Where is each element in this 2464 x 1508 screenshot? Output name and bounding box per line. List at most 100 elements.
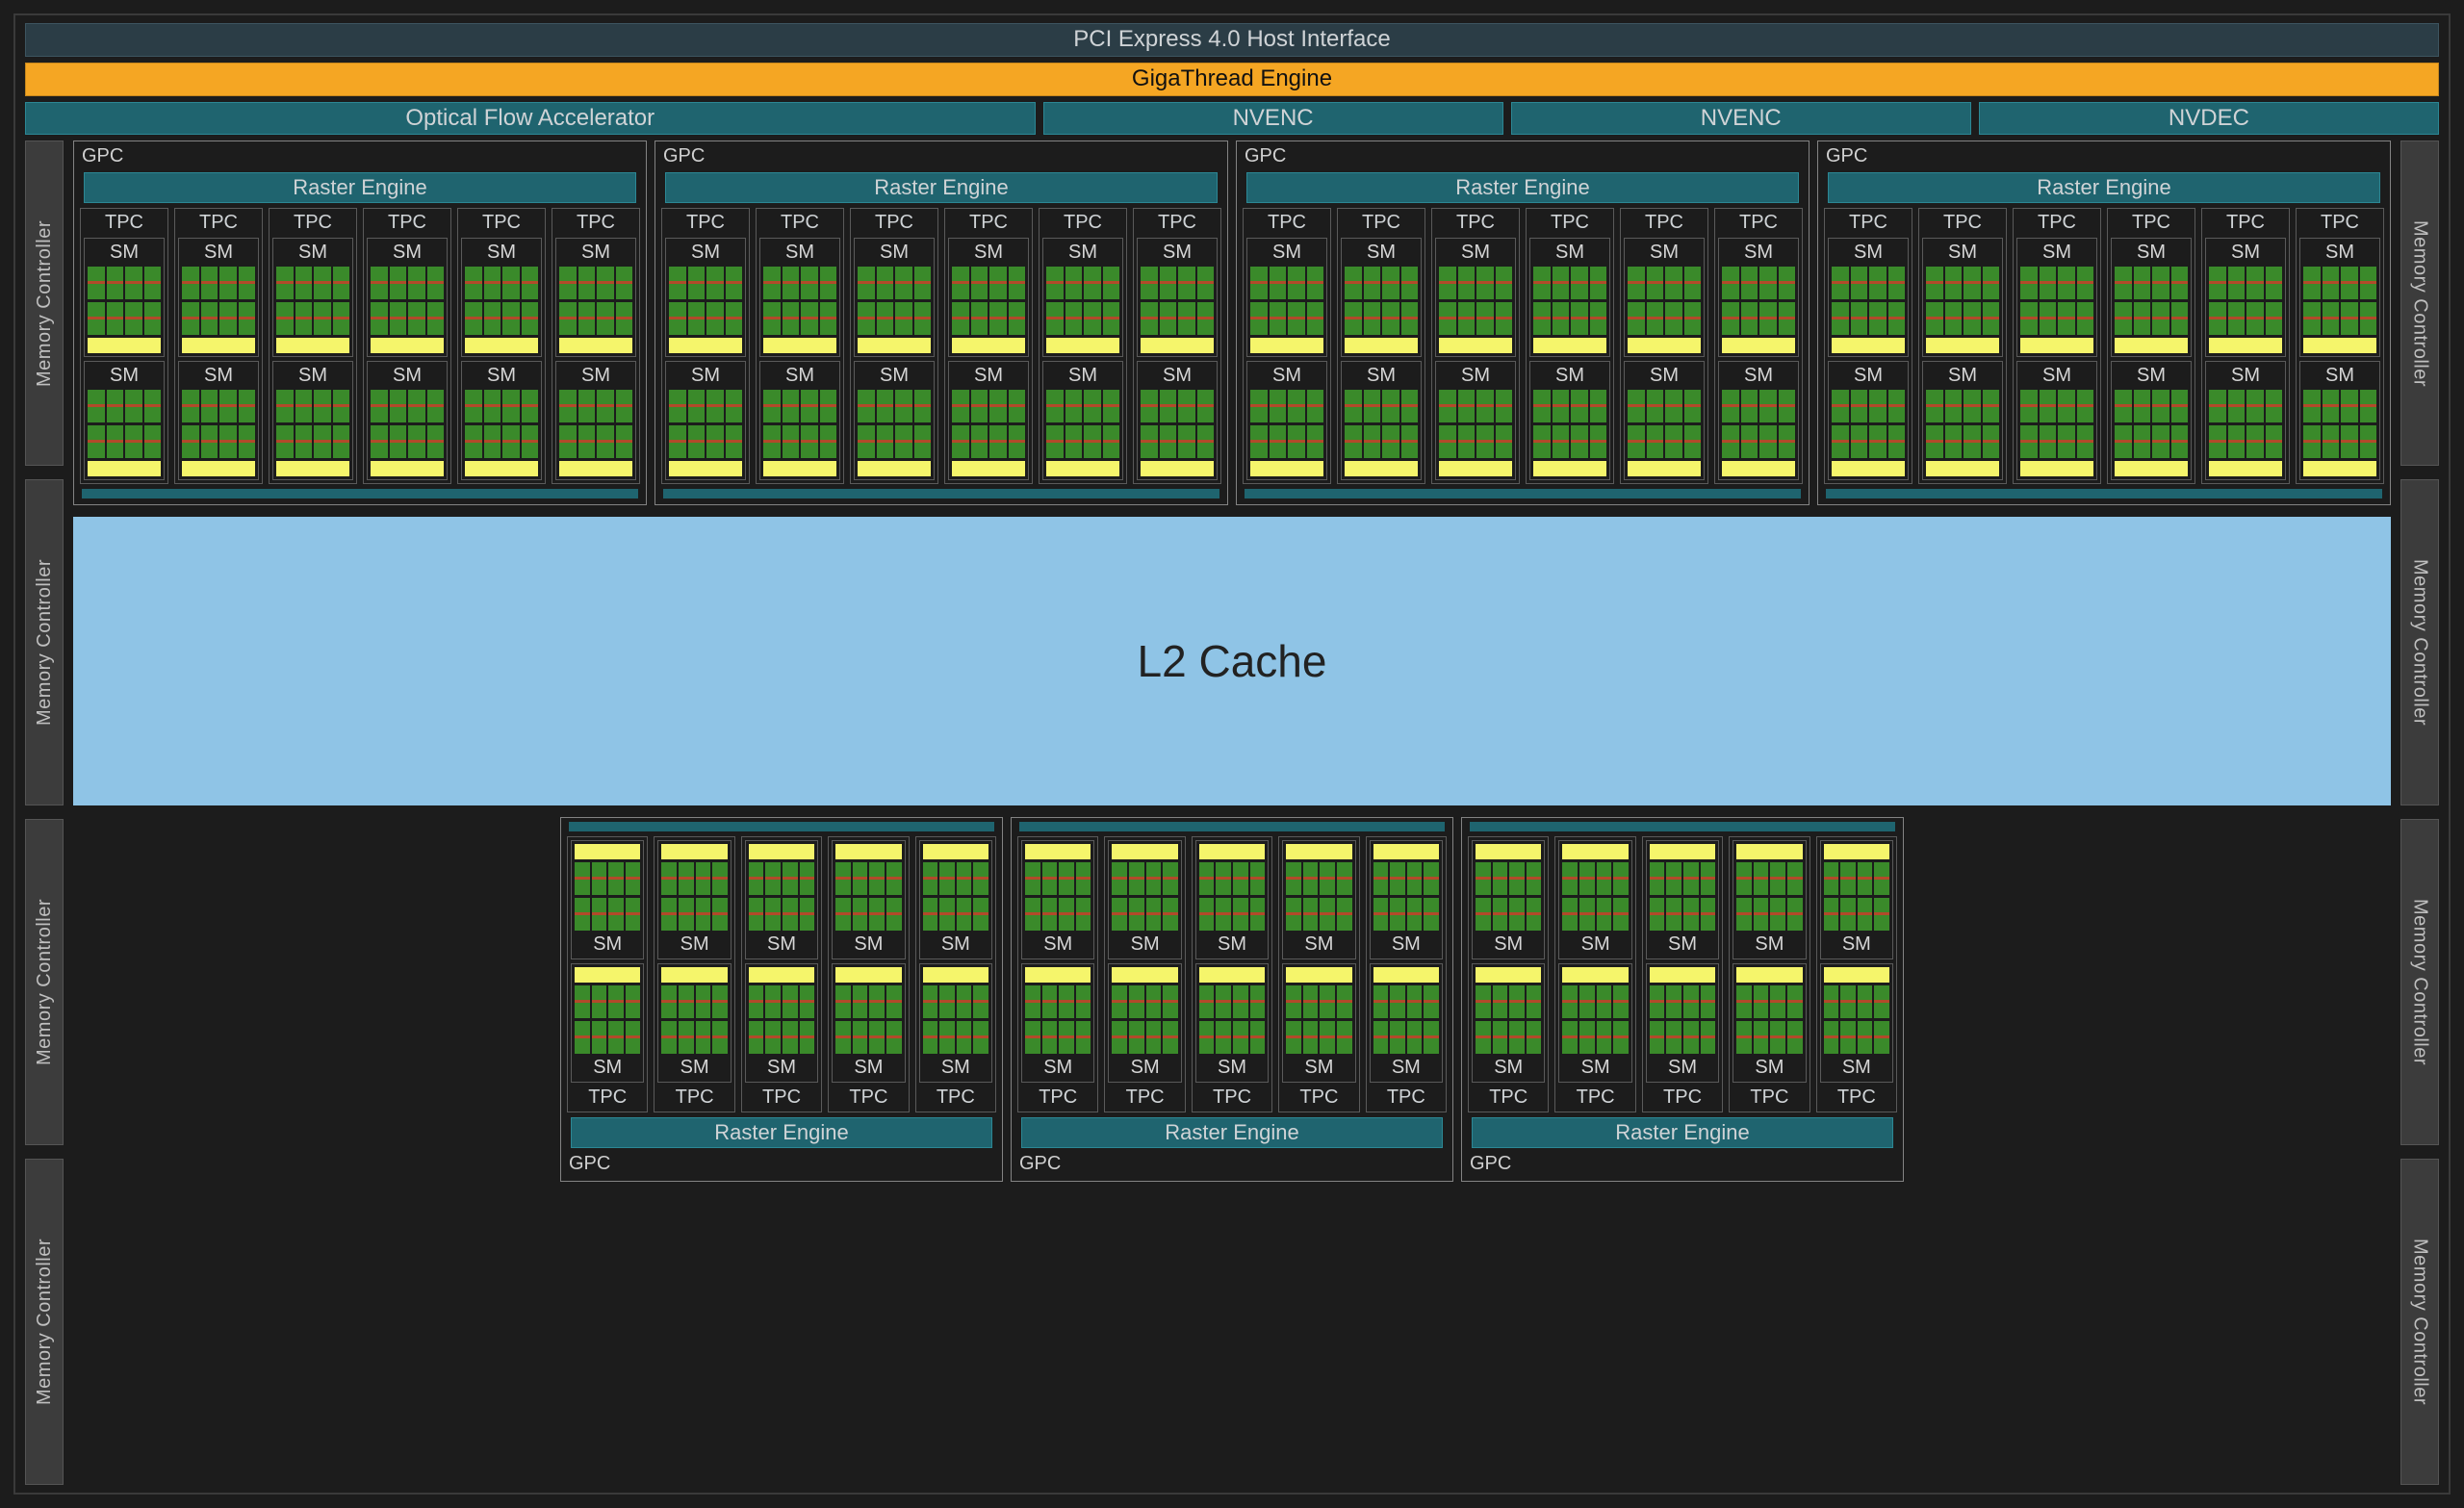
- engine-row: Optical Flow AcceleratorNVENCNVENCNVDEC: [25, 102, 2439, 135]
- sm-block: SM: [1529, 361, 1610, 480]
- sm-block: SM: [832, 963, 905, 1083]
- tpc-block: TPCSMSM: [269, 208, 357, 484]
- tpc-block: TPCSMSM: [552, 208, 640, 484]
- sm-block: SM: [854, 238, 935, 357]
- tpc-block: TPCSMSM: [2107, 208, 2195, 484]
- tpc-block: SMSMTPC: [741, 836, 822, 1112]
- sm-block: SM: [367, 238, 448, 357]
- sm-block: SM: [657, 840, 731, 959]
- tpc-block: SMSMTPC: [1554, 836, 1635, 1112]
- sm-block: SM: [1282, 840, 1355, 959]
- sm-block: SM: [919, 963, 992, 1083]
- sm-block: SM: [178, 361, 259, 480]
- sm-block: SM: [2111, 361, 2192, 480]
- memory-controllers-left: Memory Controller Memory Controller Memory…: [25, 141, 64, 1485]
- sm-block: SM: [1732, 963, 1806, 1083]
- tpc-block: TPCSMSM: [1337, 208, 1425, 484]
- tpc-block: TPCSMSM: [1133, 208, 1221, 484]
- tpc-block: TPCSMSM: [2013, 208, 2101, 484]
- tpc-block: TPCSMSM: [174, 208, 263, 484]
- sm-block: SM: [759, 238, 840, 357]
- sm-block: SM: [1472, 963, 1545, 1083]
- sm-block: SM: [1137, 238, 1218, 357]
- tpc-block: SMSMTPC: [1192, 836, 1272, 1112]
- sm-block: SM: [1137, 361, 1218, 480]
- engine-nvdec: NVDEC: [1979, 102, 2439, 135]
- pci-interface-bar: PCI Express 4.0 Host Interface: [25, 23, 2439, 57]
- gpu-block-diagram: PCI Express 4.0 Host Interface GigaThrea…: [13, 13, 2451, 1495]
- tpc-block: SMSMTPC: [567, 836, 648, 1112]
- sm-block: SM: [1341, 361, 1422, 480]
- memory-controller: Memory Controller: [25, 819, 64, 1145]
- sm-block: SM: [178, 238, 259, 357]
- sm-block: SM: [1042, 238, 1123, 357]
- sm-block: SM: [1246, 238, 1327, 357]
- engine-nvenc: NVENC: [1511, 102, 1971, 135]
- sm-block: SM: [854, 361, 935, 480]
- sm-block: SM: [2299, 361, 2380, 480]
- tpc-block: TPCSMSM: [363, 208, 451, 484]
- tpc-block: SMSMTPC: [1729, 836, 1810, 1112]
- tpc-block: SMSMTPC: [1104, 836, 1185, 1112]
- tpc-block: TPCSMSM: [1620, 208, 1708, 484]
- sm-block: SM: [84, 361, 165, 480]
- sm-block: SM: [1646, 963, 1719, 1083]
- sm-block: SM: [1108, 840, 1181, 959]
- raster-engine: Raster Engine: [1472, 1117, 1893, 1148]
- sm-block: SM: [571, 840, 644, 959]
- sm-block: SM: [1718, 238, 1799, 357]
- sm-block: SM: [2016, 238, 2097, 357]
- optical-flow-accelerator: Optical Flow Accelerator: [25, 102, 1036, 135]
- memory-controller: Memory Controller: [2400, 479, 2439, 805]
- tpc-block: TPCSMSM: [1039, 208, 1127, 484]
- sm-block: SM: [2299, 238, 2380, 357]
- gpc-block: GPCRaster EngineTPCSMSMTPCSMSMTPCSMSMTPC…: [1236, 141, 1810, 505]
- memory-controllers-right: Memory ControllerMemory ControllerMemory…: [2400, 141, 2439, 1485]
- tpc-block: TPCSMSM: [756, 208, 844, 484]
- sm-block: SM: [2016, 361, 2097, 480]
- sm-block: SM: [555, 361, 636, 480]
- gpc-row-top: GPCRaster EngineTPCSMSMTPCSMSMTPCSMSMTPC…: [73, 141, 2391, 505]
- tpc-block: TPCSMSM: [1918, 208, 2007, 484]
- sm-block: SM: [1558, 840, 1631, 959]
- raster-engine: Raster Engine: [1021, 1117, 1443, 1148]
- gpc-block: GPCRaster EngineTPCSMSMTPCSMSMTPCSMSMTPC…: [654, 141, 1228, 505]
- sm-block: SM: [272, 361, 353, 480]
- gpc-block: SMSMTPCSMSMTPCSMSMTPCSMSMTPCSMSMTPCRaste…: [560, 817, 1003, 1182]
- tpc-block: SMSMTPC: [1366, 836, 1447, 1112]
- sm-block: SM: [1624, 361, 1705, 480]
- tpc-block: TPCSMSM: [944, 208, 1033, 484]
- sm-block: SM: [948, 238, 1029, 357]
- tpc-block: TPCSMSM: [1526, 208, 1614, 484]
- sm-block: SM: [272, 238, 353, 357]
- sm-block: SM: [1718, 361, 1799, 480]
- tpc-block: SMSMTPC: [915, 836, 996, 1112]
- sm-block: SM: [1732, 840, 1806, 959]
- sm-block: SM: [1370, 840, 1443, 959]
- sm-block: SM: [832, 840, 905, 959]
- memory-controller: Memory Controller: [25, 141, 64, 467]
- sm-block: SM: [665, 238, 746, 357]
- sm-block: SM: [1021, 963, 1094, 1083]
- gigathread-engine-bar: GigaThread Engine: [25, 63, 2439, 96]
- sm-block: SM: [1108, 963, 1181, 1083]
- sm-block: SM: [1282, 963, 1355, 1083]
- tpc-block: SMSMTPC: [1642, 836, 1723, 1112]
- tpc-block: SMSMTPC: [1278, 836, 1359, 1112]
- sm-block: SM: [1646, 840, 1719, 959]
- tpc-block: TPCSMSM: [1243, 208, 1331, 484]
- sm-block: SM: [1195, 963, 1269, 1083]
- l2-cache: L2 Cache: [73, 517, 2391, 805]
- memory-controller: Memory Controller: [2400, 1159, 2439, 1485]
- sm-block: SM: [1042, 361, 1123, 480]
- raster-engine: Raster Engine: [1828, 172, 2380, 203]
- tpc-block: TPCSMSM: [80, 208, 168, 484]
- sm-block: SM: [555, 238, 636, 357]
- sm-block: SM: [657, 963, 731, 1083]
- gpc-block: GPCRaster EngineTPCSMSMTPCSMSMTPCSMSMTPC…: [73, 141, 647, 505]
- engine-nvenc: NVENC: [1043, 102, 1503, 135]
- gpc-block: GPCRaster EngineTPCSMSMTPCSMSMTPCSMSMTPC…: [1817, 141, 2391, 505]
- sm-block: SM: [2205, 238, 2286, 357]
- memory-controller: Memory Controller: [25, 1159, 64, 1485]
- tpc-block: TPCSMSM: [1431, 208, 1520, 484]
